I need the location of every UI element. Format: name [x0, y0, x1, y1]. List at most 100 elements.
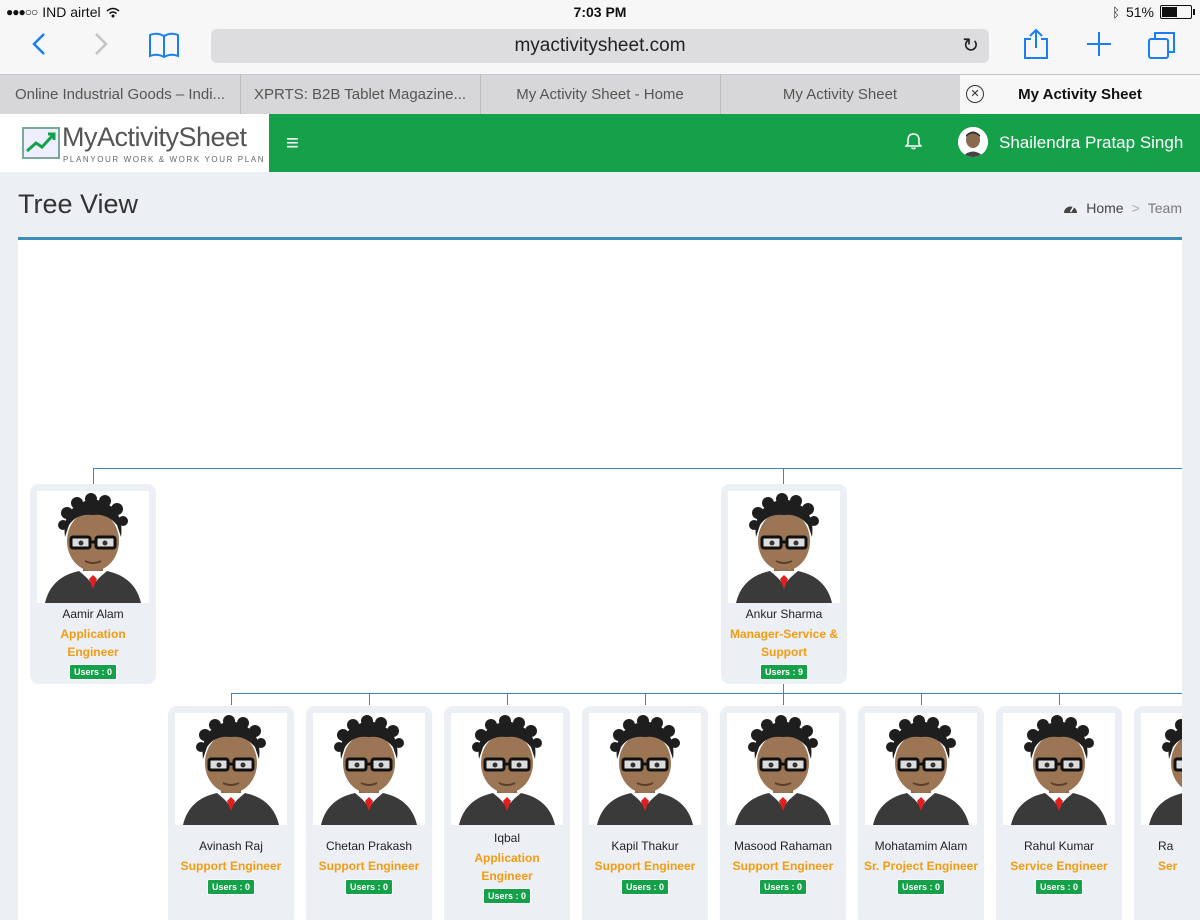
bluetooth-icon: ᛒ: [1112, 4, 1120, 20]
users-count-badge: Users : 0: [68, 664, 118, 680]
users-count-badge: Users : 0: [620, 879, 670, 895]
team-member-card[interactable]: Avinash Raj Support Engineer Users : 0: [168, 706, 294, 920]
connector-line: [231, 693, 1182, 694]
breadcrumb: Home > Team: [1063, 200, 1182, 216]
battery-icon: [1160, 5, 1195, 19]
logo-title: MyActivitySheet: [62, 122, 247, 152]
avatar: [589, 713, 701, 825]
logo[interactable]: MyActivitySheet PLANYOUR WORK & WORK YOU…: [0, 114, 269, 172]
member-name: Iqbal: [493, 831, 521, 845]
user-avatar[interactable]: [958, 127, 988, 157]
member-role: Ser: [1158, 859, 1178, 873]
member-role: Support Engineer: [732, 859, 834, 873]
tabs-icon[interactable]: [1147, 30, 1177, 66]
member-role: Sr. Project Engineer: [863, 859, 979, 873]
close-tab-icon[interactable]: ✕: [966, 85, 984, 103]
browser-tab[interactable]: Online Industrial Goods – Indi...: [0, 75, 241, 115]
team-member-card[interactable]: Masood Rahaman Support Engineer Users : …: [720, 706, 846, 920]
users-count-badge: Users : 0: [482, 888, 532, 904]
member-role: Support Engineer: [318, 859, 420, 873]
connector-line: [783, 693, 784, 705]
breadcrumb-separator: >: [1131, 200, 1140, 216]
connector-line: [369, 693, 370, 705]
member-role: Service Engineer: [1010, 859, 1108, 873]
status-right: ᛒ 51%: [1112, 4, 1195, 20]
breadcrumb-home[interactable]: Home: [1086, 200, 1123, 216]
member-role: Application Engineer: [474, 851, 540, 883]
member-role: Support Engineer: [180, 859, 282, 873]
team-member-card[interactable]: Mohatamim Alam Sr. Project Engineer User…: [858, 706, 984, 920]
connector-line: [783, 468, 784, 484]
team-member-card[interactable]: Ankur Sharma Manager-Service & Support U…: [721, 484, 847, 684]
users-count-badge: Users : 0: [206, 879, 256, 895]
member-name: Avinash Raj: [199, 839, 263, 853]
avatar: [313, 713, 425, 825]
dashboard-icon: [1064, 206, 1078, 213]
new-tab-icon[interactable]: [1085, 30, 1113, 64]
users-count-badge: Users : 0: [896, 879, 946, 895]
tab-label: Online Industrial Goods – Indi...: [14, 86, 226, 103]
member-role: Manager-Service & Support: [729, 627, 839, 659]
share-icon[interactable]: [1023, 28, 1049, 66]
bookmarks-icon[interactable]: [148, 32, 180, 64]
team-member-card[interactable]: Kapil Thakur Support Engineer Users : 0: [582, 706, 708, 920]
logo-tagline: PLANYOUR WORK & WORK YOUR PLAN: [63, 155, 266, 164]
avatar: [727, 713, 839, 825]
avatar: [1141, 713, 1182, 825]
member-role: Application Engineer: [60, 627, 126, 659]
avatar: [37, 491, 149, 603]
team-member-card[interactable]: Chetan Prakash Support Engineer Users : …: [306, 706, 432, 920]
hamburger-icon[interactable]: ≡: [286, 132, 299, 154]
tab-label: XPRTS: B2B Tablet Magazine...: [253, 86, 467, 103]
tab-label: My Activity Sheet: [782, 86, 898, 103]
users-count-badge: Users : 0: [1034, 879, 1084, 895]
users-count-badge: Users : 0: [344, 879, 394, 895]
tab-label: My Activity Sheet: [1018, 86, 1142, 103]
member-role: Support Engineer: [594, 859, 696, 873]
browser-tab[interactable]: XPRTS: B2B Tablet Magazine...: [240, 75, 481, 115]
avatar: [1003, 713, 1115, 825]
browser-tab[interactable]: My Activity Sheet - Home: [480, 75, 721, 115]
connector-line: [921, 693, 922, 705]
status-bar: ●●●○○ IND airtel 7:03 PM ᛒ 51%: [0, 0, 1200, 24]
app-header: MyActivitySheet PLANYOUR WORK & WORK YOU…: [0, 114, 1200, 172]
url-text: myactivitysheet.com: [514, 35, 686, 56]
url-bar[interactable]: myactivitysheet.com ↻: [211, 29, 989, 63]
team-member-card[interactable]: Rahul Kumar Service Engineer Users : 0: [996, 706, 1122, 920]
member-name: Kapil Thakur: [611, 839, 679, 853]
tree-view-box: Aamir Alam Application Engineer Users : …: [18, 237, 1182, 920]
member-name: Masood Rahaman: [733, 839, 833, 853]
battery-label: 51%: [1125, 4, 1154, 20]
member-name: Aamir Alam: [62, 607, 124, 621]
bell-icon[interactable]: [904, 132, 923, 155]
page-title: Tree View: [18, 189, 139, 219]
avatar: [175, 713, 287, 825]
reload-icon[interactable]: ↻: [962, 29, 979, 63]
connector-line: [231, 693, 232, 705]
forward-icon[interactable]: [94, 32, 108, 62]
connector-line: [93, 468, 94, 484]
back-icon[interactable]: [32, 32, 46, 62]
member-name: Chetan Prakash: [325, 839, 413, 853]
logo-icon: [22, 127, 60, 159]
browser-tab[interactable]: My Activity Sheet: [720, 75, 961, 115]
tab-label: My Activity Sheet - Home: [516, 86, 684, 103]
avatar: [865, 713, 977, 825]
browser-tabs: Online Industrial Goods – Indi... XPRTS:…: [0, 74, 1200, 115]
connector-line: [93, 468, 1182, 469]
status-time: 7:03 PM: [573, 4, 627, 20]
team-member-card[interactable]: Iqbal Application Engineer Users : 0: [444, 706, 570, 920]
browser-tab-active[interactable]: ✕ My Activity Sheet: [960, 75, 1200, 115]
member-name: Mohatamim Alam: [874, 839, 968, 853]
connector-line: [507, 693, 508, 705]
avatar: [451, 713, 563, 825]
breadcrumb-current: Team: [1147, 200, 1182, 216]
browser-toolbar: myactivitysheet.com ↻: [0, 24, 1200, 74]
connector-line: [645, 693, 646, 705]
user-name[interactable]: Shailendra Pratap Singh: [999, 133, 1183, 153]
team-member-card[interactable]: Aamir Alam Application Engineer Users : …: [30, 484, 156, 684]
team-member-card[interactable]: Ra Ser: [1134, 706, 1182, 920]
member-name: Ankur Sharma: [745, 607, 823, 621]
member-name: Ra: [1158, 839, 1174, 853]
member-name: Rahul Kumar: [1023, 839, 1095, 853]
